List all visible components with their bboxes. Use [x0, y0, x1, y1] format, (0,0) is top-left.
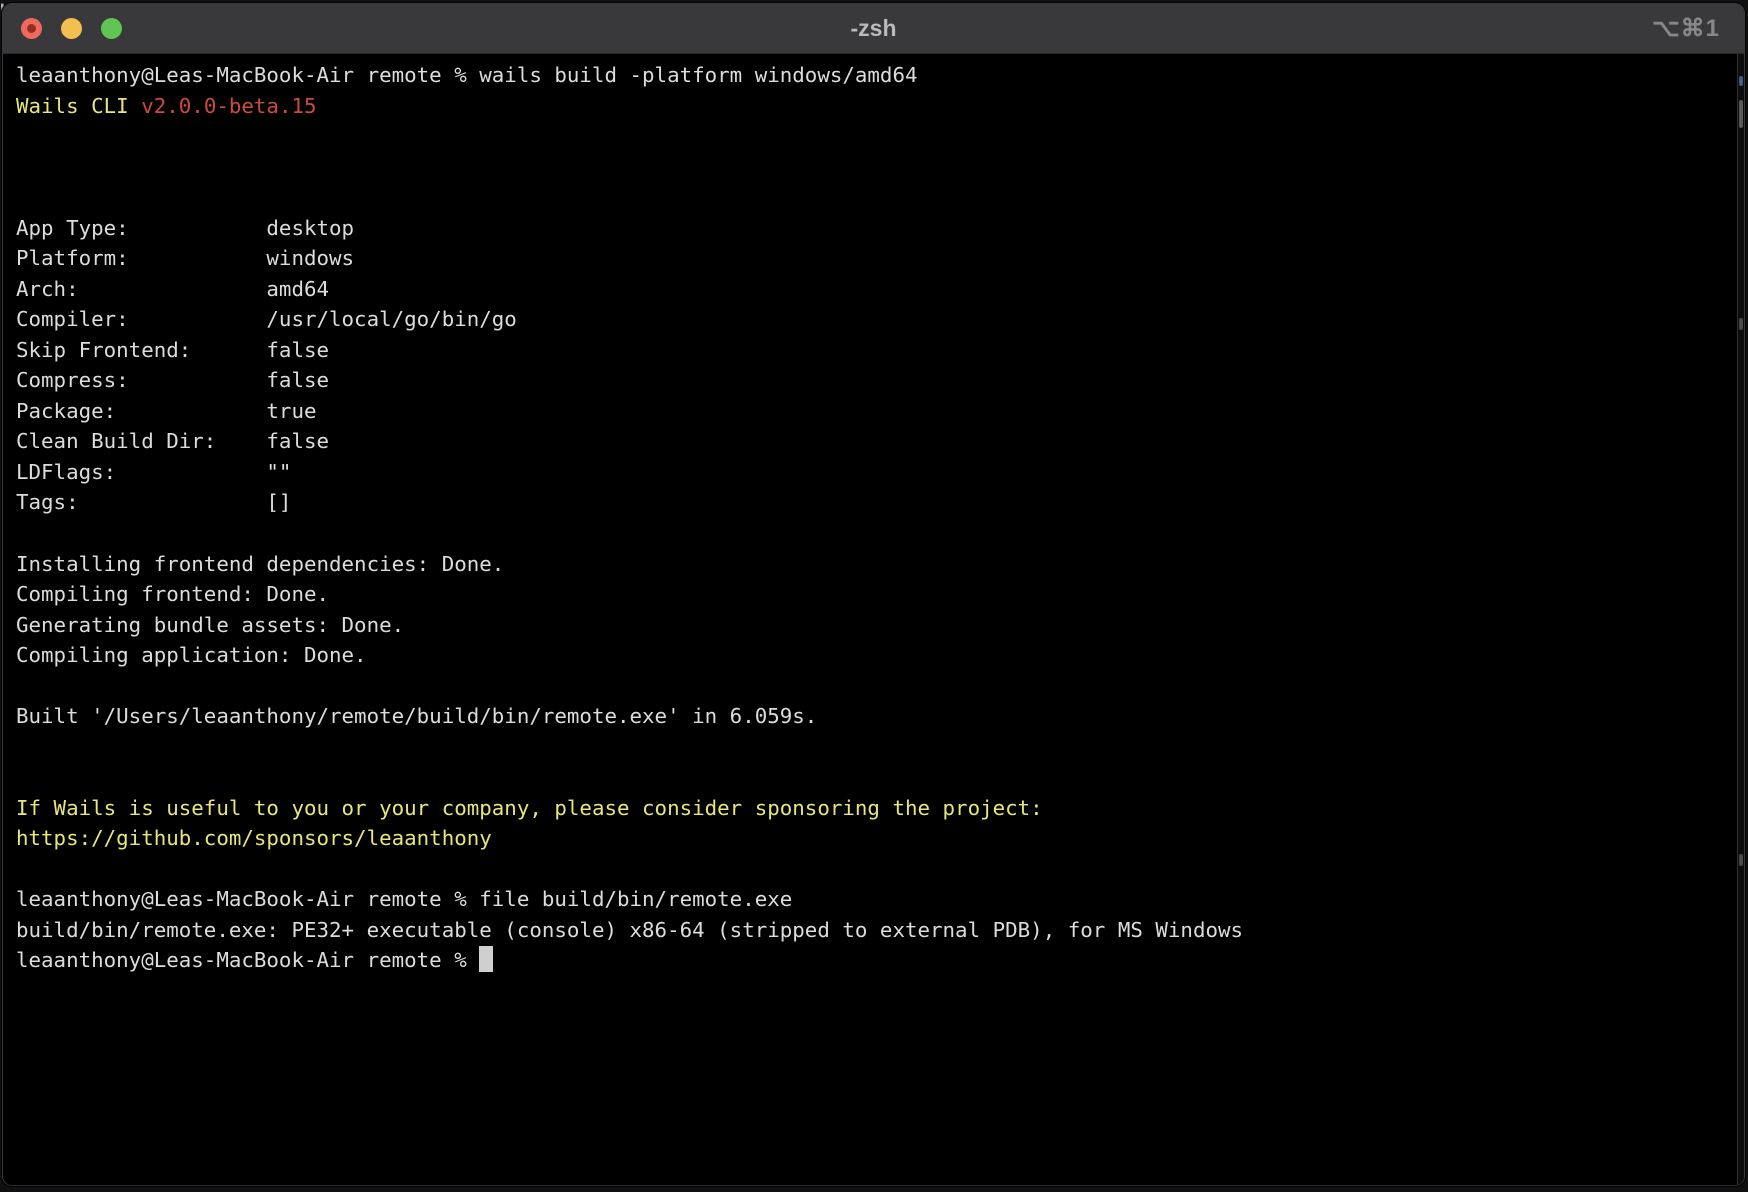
terminal-line: [16, 518, 1736, 549]
terminal-line: Compiler: /usr/local/go/bin/go: [16, 304, 1736, 335]
terminal-line: [16, 152, 1736, 183]
terminal-line: Tags: []: [16, 487, 1736, 518]
terminal-line: [16, 671, 1736, 702]
scrollbar-mark: [1739, 318, 1743, 330]
scrollbar[interactable]: [1737, 54, 1744, 1185]
terminal-line: [16, 762, 1736, 793]
terminal-line: build/bin/remote.exe: PE32+ executable (…: [16, 915, 1736, 946]
minimize-button[interactable]: [61, 18, 82, 39]
terminal-line: Wails CLI v2.0.0-beta.15: [16, 91, 1736, 122]
close-button[interactable]: [21, 18, 42, 39]
terminal-line: Generating bundle assets: Done.: [16, 610, 1736, 641]
terminal-line: LDFlags: "": [16, 457, 1736, 488]
terminal-line: Installing frontend dependencies: Done.: [16, 549, 1736, 580]
terminal-line: leaanthony@Leas-MacBook-Air remote %: [16, 945, 1736, 976]
terminal-line: Built '/Users/leaanthony/remote/build/bi…: [16, 701, 1736, 732]
terminal-line: App Type: desktop: [16, 213, 1736, 244]
terminal-line: Arch: amd64: [16, 274, 1736, 305]
terminal-line: [16, 732, 1736, 763]
terminal-line: Clean Build Dir: false: [16, 426, 1736, 457]
terminal-line: [16, 121, 1736, 152]
terminal-line: Platform: windows: [16, 243, 1736, 274]
scrollbar-mark: [1739, 100, 1743, 128]
window-shortcut-badge: ⌥⌘1: [1652, 4, 1720, 53]
terminal-line: Skip Frontend: false: [16, 335, 1736, 366]
terminal-cursor: [479, 946, 493, 972]
terminal-line: leaanthony@Leas-MacBook-Air remote % wai…: [16, 60, 1736, 91]
zoom-button[interactable]: [101, 18, 122, 39]
traffic-lights: [3, 4, 122, 53]
terminal-line: leaanthony@Leas-MacBook-Air remote % fil…: [16, 884, 1736, 915]
terminal-line: Compiling application: Done.: [16, 640, 1736, 671]
window-title: -zsh: [3, 15, 1744, 42]
terminal-line: https://github.com/sponsors/leaanthony: [16, 823, 1736, 854]
terminal-line: Compress: false: [16, 365, 1736, 396]
desktop-background: W -zsh ⌥⌘1 leaanthony@Leas-MacBook-Air r…: [0, 0, 1748, 1192]
scrollbar-mark: [1739, 854, 1743, 866]
terminal-line: If Wails is useful to you or your compan…: [16, 793, 1736, 824]
terminal-line: Compiling frontend: Done.: [16, 579, 1736, 610]
terminal-output[interactable]: leaanthony@Leas-MacBook-Air remote % wai…: [3, 54, 1744, 1185]
terminal-line: [16, 854, 1736, 885]
terminal-line: Package: true: [16, 396, 1736, 427]
scrollbar-mark: [1739, 76, 1743, 86]
terminal-line: [16, 182, 1736, 213]
terminal-window: -zsh ⌥⌘1 leaanthony@Leas-MacBook-Air rem…: [2, 3, 1745, 1186]
titlebar[interactable]: -zsh ⌥⌘1: [3, 4, 1744, 54]
